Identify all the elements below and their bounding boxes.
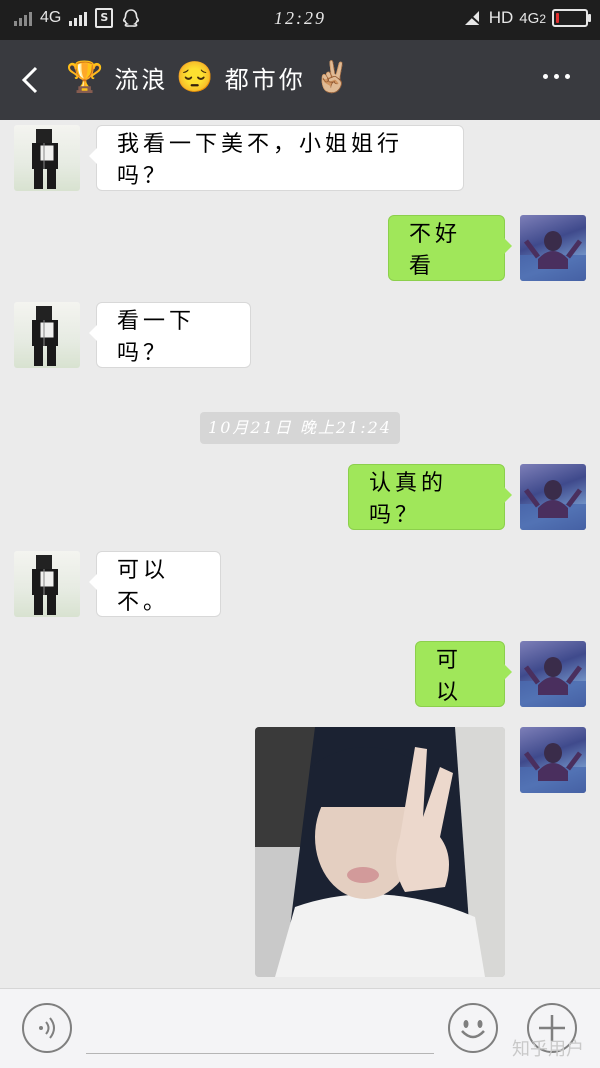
message-text: 可以不。 — [117, 558, 170, 615]
voice-icon[interactable] — [22, 1003, 72, 1053]
contact-avatar-illustration — [32, 306, 58, 366]
message-bubble-incoming[interactable]: 看一下吗？ — [89, 302, 251, 368]
message-bubble-outgoing[interactable]: 可以 — [415, 641, 512, 707]
my-avatar-illustration — [520, 743, 586, 793]
mute-icon — [463, 9, 483, 27]
contact-avatar[interactable] — [14, 125, 80, 191]
message-text: 看一下吗？ — [117, 309, 196, 366]
status-right: HD 4G2 — [463, 8, 591, 28]
contact-name-part2: 都市你 — [224, 66, 306, 94]
my-avatar[interactable] — [520, 641, 586, 707]
network-right-main: 4G — [519, 9, 540, 27]
pensive-face-icon: 😔 — [176, 60, 217, 95]
more-icon[interactable] — [543, 74, 570, 79]
battery-icon — [552, 9, 591, 27]
network-right: 4G2 — [519, 10, 546, 27]
message-bubble-outgoing[interactable]: 不好看 — [388, 215, 512, 281]
message-bubble-outgoing[interactable]: 认真的吗？ — [348, 464, 512, 530]
message-bubble-incoming[interactable]: 可以不。 — [89, 551, 221, 617]
my-avatar-illustration — [520, 480, 586, 530]
my-avatar[interactable] — [520, 464, 586, 530]
chat-title: 🏆 流浪 😔 都市你 ✌🏼 — [66, 60, 354, 95]
message-text: 我看一下美不，小姐姐行吗？ — [117, 132, 404, 189]
network-right-sub: 2 — [539, 11, 546, 26]
voice-waves-graphic — [39, 1017, 55, 1039]
timestamp: 10月21日 晚上21:24 — [200, 412, 400, 444]
victory-hand-icon: ✌🏼 — [313, 60, 355, 95]
my-avatar-illustration — [520, 231, 586, 281]
watermark: 知乎用户 — [512, 1039, 584, 1060]
contact-avatar-illustration — [32, 129, 58, 189]
chat-header: 🏆 流浪 😔 都市你 ✌🏼 — [0, 40, 600, 120]
my-avatar[interactable] — [520, 727, 586, 793]
emoji-icon[interactable] — [448, 1003, 498, 1053]
selfie-photo — [255, 727, 505, 977]
status-bar: 4G S 12:29 HD 4G2 — [0, 0, 600, 40]
message-text: 不好看 — [409, 222, 462, 279]
chevron-left-icon[interactable] — [14, 62, 50, 98]
my-avatar-illustration — [520, 657, 586, 707]
message-text: 认真的吗？ — [369, 471, 448, 528]
message-bubble-incoming[interactable]: 我看一下美不，小姐姐行吗？ — [89, 125, 464, 191]
message-text: 可以 — [436, 648, 463, 705]
contact-avatar[interactable] — [14, 551, 80, 617]
trophy-icon: 🏆 — [66, 60, 107, 95]
smiley-graphic — [461, 1020, 485, 1039]
chat-area[interactable]: 我看一下美不，小姐姐行吗？ 不好看 看一下吗？ 10月21日 晚上21:24 认… — [0, 120, 600, 990]
input-bar: 知乎用户 — [0, 988, 600, 1068]
my-avatar[interactable] — [520, 215, 586, 281]
photo-message[interactable] — [255, 727, 505, 977]
message-input[interactable] — [86, 1053, 434, 1054]
hd-label: HD — [488, 8, 514, 27]
contact-avatar[interactable] — [14, 302, 80, 368]
battery-fill — [556, 13, 559, 23]
contact-avatar-illustration — [32, 555, 58, 615]
contact-name-part1: 流浪 — [114, 66, 169, 94]
